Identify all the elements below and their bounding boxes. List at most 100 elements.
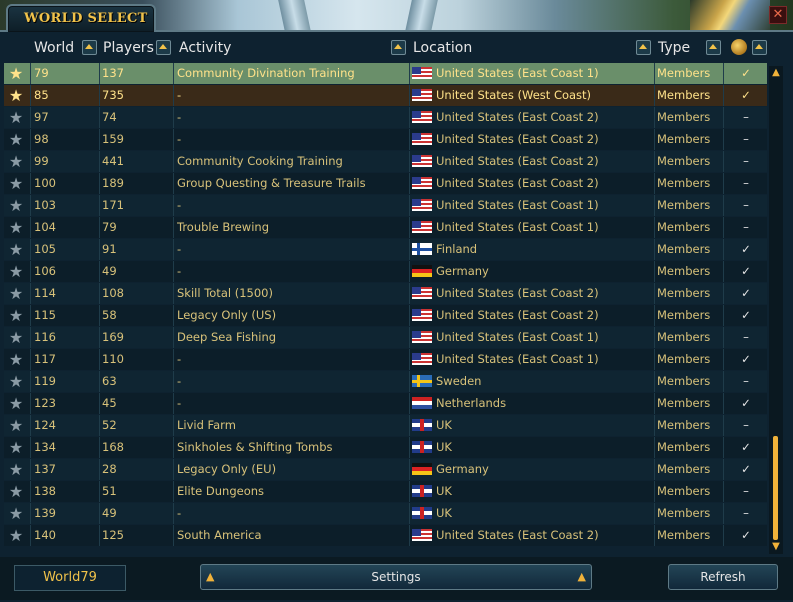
world-row[interactable]: ★ 138 51 Elite Dungeons UK Members – [4, 481, 767, 502]
world-row[interactable]: ★ 103 171 - United States (East Coast 1) Memb… [4, 195, 767, 216]
favorite-star-icon[interactable]: ★ [4, 437, 28, 458]
world-row[interactable]: ★ 124 52 Livid Farm UK Members – [4, 415, 767, 436]
column-divider [654, 129, 655, 150]
favorite-star-icon[interactable]: ★ [4, 173, 28, 194]
world-row[interactable]: ★ 106 49 - Germany Members ✓ [4, 261, 767, 282]
us-flag-icon [412, 199, 432, 211]
favorite-star-icon[interactable]: ★ [4, 63, 28, 84]
world-row[interactable]: ★ 104 79 Trouble Brewing United States (East… [4, 217, 767, 238]
favorite-star-icon[interactable]: ★ [4, 195, 28, 216]
world-row[interactable]: ★ 99 441 Community Cooking Training United S… [4, 151, 767, 172]
sort-activity-button[interactable] [391, 40, 406, 55]
favorite-star-icon[interactable]: ★ [4, 85, 28, 106]
favorite-star-icon[interactable]: ★ [4, 503, 28, 524]
world-number: 115 [34, 308, 56, 322]
settings-button[interactable]: ▲ Settings ▲ [200, 564, 592, 590]
favorite-star-icon[interactable]: ★ [4, 129, 28, 150]
close-button[interactable]: ✕ [769, 6, 787, 24]
uk-flag-icon [412, 485, 432, 497]
world-row[interactable]: ★ 117 110 - United States (East Coast 1) Memb… [4, 349, 767, 370]
column-divider [654, 503, 655, 524]
favorite-star-icon[interactable]: ★ [4, 459, 28, 480]
world-number: 105 [34, 242, 56, 256]
column-divider [409, 173, 410, 194]
column-divider [654, 459, 655, 480]
world-row[interactable]: ★ 137 28 Legacy Only (EU) Germany Members ✓ [4, 459, 767, 480]
world-row[interactable]: ★ 100 189 Group Questing & Treasure Trails U… [4, 173, 767, 194]
favorite-star-icon[interactable]: ★ [4, 481, 28, 502]
world-type: Members [657, 286, 711, 300]
world-row[interactable]: ★ 115 58 Legacy Only (US) United States (Eas… [4, 305, 767, 326]
world-row[interactable]: ★ 123 45 - Netherlands Members ✓ [4, 393, 767, 414]
lootshare-indicator-icon: ✓ [741, 264, 751, 278]
lootshare-indicator-icon: – [743, 220, 749, 234]
sort-location-button[interactable] [636, 40, 651, 55]
favorite-star-icon[interactable]: ★ [4, 415, 28, 436]
world-row[interactable]: ★ 98 159 - United States (East Coast 2) Membe… [4, 129, 767, 150]
favorite-star-icon[interactable]: ★ [4, 261, 28, 282]
sort-world-button[interactable] [82, 40, 97, 55]
world-type: Members [657, 110, 711, 124]
us-flag-icon [412, 89, 432, 101]
de-flag-icon [412, 265, 432, 277]
column-divider [723, 371, 724, 392]
world-number: 100 [34, 176, 56, 190]
column-divider [99, 459, 100, 480]
favorite-star-icon[interactable]: ★ [4, 151, 28, 172]
favorite-star-icon[interactable]: ★ [4, 239, 28, 260]
fi-flag-icon [412, 243, 432, 255]
world-row[interactable]: ★ 140 125 South America United States (East … [4, 525, 767, 546]
title-tab: WORLD SELECT [6, 4, 156, 32]
sort-type-button[interactable] [706, 40, 721, 55]
lootshare-indicator-icon: ✓ [741, 286, 751, 300]
scrollbar-thumb[interactable] [773, 436, 778, 540]
player-count: 108 [102, 286, 124, 300]
column-divider [99, 239, 100, 260]
world-row[interactable]: ★ 139 49 - UK Members – [4, 503, 767, 524]
lootshare-indicator-icon: – [743, 176, 749, 190]
world-number: 137 [34, 462, 56, 476]
column-divider [723, 327, 724, 348]
column-divider [173, 195, 174, 216]
column-divider [654, 261, 655, 282]
column-divider [723, 195, 724, 216]
column-divider [723, 151, 724, 172]
favorite-star-icon[interactable]: ★ [4, 349, 28, 370]
favorite-star-icon[interactable]: ★ [4, 107, 28, 128]
player-count: 441 [102, 154, 124, 168]
favorite-star-icon[interactable]: ★ [4, 217, 28, 238]
column-divider [409, 305, 410, 326]
favorite-star-icon[interactable]: ★ [4, 393, 28, 414]
column-divider [654, 525, 655, 546]
scroll-down-arrow-icon[interactable]: ▼ [770, 542, 782, 552]
lootshare-indicator-icon: – [743, 132, 749, 146]
world-row[interactable]: ★ 116 169 Deep Sea Fishing United States (Ea… [4, 327, 767, 348]
column-divider [654, 195, 655, 216]
favorite-star-icon[interactable]: ★ [4, 305, 28, 326]
world-list-scrollbar[interactable]: ▲ ▼ [769, 66, 783, 554]
world-row[interactable]: ★ 85 735 - United States (West Coast) Members… [4, 85, 767, 106]
world-row[interactable]: ★ 105 91 - Finland Members ✓ [4, 239, 767, 260]
sort-lootshare-button[interactable] [752, 40, 767, 55]
world-row[interactable]: ★ 134 168 Sinkholes & Shifting Tombs UK Membe… [4, 437, 767, 458]
favorite-star-icon[interactable]: ★ [4, 283, 28, 304]
favorite-star-icon[interactable]: ★ [4, 371, 28, 392]
column-divider [409, 371, 410, 392]
world-row[interactable]: ★ 119 63 - Sweden Members – [4, 371, 767, 392]
sort-players-button[interactable] [156, 40, 171, 55]
favorite-star-icon[interactable]: ★ [4, 327, 28, 348]
column-divider [30, 371, 31, 392]
location-label: UK [436, 484, 452, 498]
lootshare-indicator-icon: – [743, 198, 749, 212]
world-row[interactable]: ★ 79 137 Community Divination Training Unite… [4, 63, 767, 84]
favorite-star-icon[interactable]: ★ [4, 525, 28, 546]
location-label: United States (East Coast 1) [436, 352, 599, 366]
lootshare-indicator-icon: ✓ [741, 440, 751, 454]
column-divider [173, 85, 174, 106]
refresh-button[interactable]: Refresh [668, 564, 778, 590]
world-row[interactable]: ★ 114 108 Skill Total (1500) United States (… [4, 283, 767, 304]
player-count: 28 [102, 462, 117, 476]
world-row[interactable]: ★ 97 74 - United States (East Coast 2) Member… [4, 107, 767, 128]
location-label: United States (East Coast 1) [436, 220, 599, 234]
scroll-up-arrow-icon[interactable]: ▲ [770, 68, 782, 78]
